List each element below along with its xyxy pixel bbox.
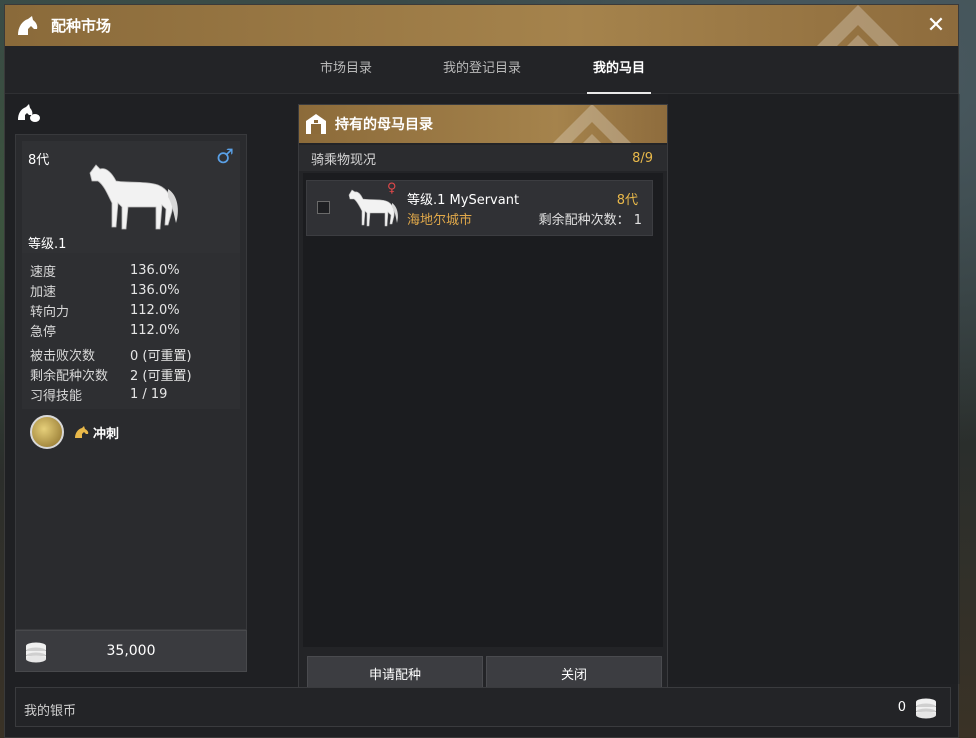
stat-value: 1 / 19 (130, 386, 168, 402)
tab-bar: 市场目录 我的登记目录 我的马目录 (5, 46, 958, 122)
mare-list: ♀ 等级.1 MyServant 海地尔城市 8代 剩余配种次数： 1 (303, 173, 663, 647)
stat-value: 0 (可重置) (130, 348, 192, 364)
mare-generation: 8代 (616, 193, 638, 208)
horse-head-icon (13, 12, 41, 40)
stat-value: 136.0% (130, 262, 180, 278)
stat-value: 112.0% (130, 322, 180, 338)
stat-key: 被击败次数 (30, 348, 96, 364)
male-gender-icon: ♂ (216, 144, 234, 168)
silver-value: 0 (897, 700, 906, 715)
silver-label: 我的银币 (24, 704, 77, 719)
horse-info-card: 8代 ♂ 等级.1 速度 136.0% 加速 136.0% 转向力 112.0% (15, 134, 247, 630)
stat-key: 转向力 (30, 304, 70, 320)
tab-my-registered-list[interactable]: 我的登记目录 (437, 46, 527, 94)
mount-status-row: 骑乘物现况 8/9 (299, 145, 667, 171)
stable-icon (306, 114, 326, 134)
mare-breeding-remaining: 剩余配种次数： 1 (538, 213, 642, 228)
stat-key: 习得技能 (30, 388, 83, 404)
close-icon[interactable]: ✕ (924, 13, 948, 38)
stat-key: 剩余配种次数 (30, 368, 109, 384)
sprint-skill-icon[interactable] (30, 415, 64, 449)
white-horse-image (89, 164, 178, 230)
mount-status-count: 8/9 (632, 150, 653, 166)
breeding-market-window: 配种市场 ✕ 市场目录 我的登记目录 我的马目录 8代 ♂ 等级.1 速度 (4, 4, 960, 738)
mare-list-panel: 持有的母马目录 骑乘物现况 8/9 ♀ 等级.1 MyServant 海地尔城市… (298, 104, 668, 701)
stat-key: 速度 (30, 264, 57, 280)
mare-panel-header: 持有的母马目录 (299, 105, 667, 143)
stat-row-acceleration: 加速 136.0% (30, 280, 240, 300)
tab-my-horse-list[interactable]: 我的马目录 (587, 46, 651, 122)
inactive-area (668, 94, 960, 684)
stat-key: 加速 (30, 284, 57, 300)
skill-entry[interactable]: 冲刺 (30, 415, 119, 449)
horse-mini-icon (75, 426, 89, 438)
stat-row-skills: 习得技能 1 / 19 (30, 384, 240, 404)
horse-level: 等级.1 (28, 237, 67, 252)
title-bar[interactable]: 配种市场 ✕ (5, 5, 958, 46)
decorative-chevron (817, 5, 899, 46)
horse-stats: 速度 136.0% 加速 136.0% 转向力 112.0% 急停 112.0%… (30, 260, 240, 404)
list-item[interactable]: ♀ 等级.1 MyServant 海地尔城市 8代 剩余配种次数： 1 (306, 180, 653, 236)
mare-panel-title: 持有的母马目录 (335, 117, 433, 133)
tab-market-list[interactable]: 市场目录 (315, 46, 377, 94)
horse-portrait-area: 8代 ♂ 等级.1 (22, 141, 240, 253)
stat-row-speed: 速度 136.0% (30, 260, 240, 280)
horse-small-icon (16, 102, 42, 124)
female-gender-icon: ♀ (387, 181, 397, 196)
breeding-price: 35,000 (106, 643, 156, 659)
stat-value: 112.0% (130, 302, 180, 318)
breeding-price-bar: 35,000 (15, 630, 247, 672)
skill-name: 冲刺 (93, 426, 120, 442)
silver-balance-bar: 我的银币 0 (15, 687, 951, 727)
select-checkbox[interactable] (317, 201, 330, 214)
silver-coin-stack-icon (916, 698, 936, 719)
stat-value: 136.0% (130, 282, 180, 298)
stat-key: 急停 (30, 324, 57, 340)
stat-row-deaths: 被击败次数 0 (可重置) (30, 344, 240, 364)
stat-row-brake: 急停 112.0% (30, 320, 240, 340)
mare-city: 海地尔城市 (407, 213, 473, 228)
stat-value: 2 (可重置) (130, 368, 192, 384)
stat-row-turning: 转向力 112.0% (30, 300, 240, 320)
decorative-chevron (553, 105, 631, 143)
horse-generation: 8代 (28, 153, 50, 168)
mare-name: 等级.1 MyServant (407, 193, 520, 208)
window-title: 配种市场 (51, 17, 112, 35)
mount-status-label: 骑乘物现况 (311, 152, 377, 168)
stat-row-breed-remaining: 剩余配种次数 2 (可重置) (30, 364, 240, 384)
